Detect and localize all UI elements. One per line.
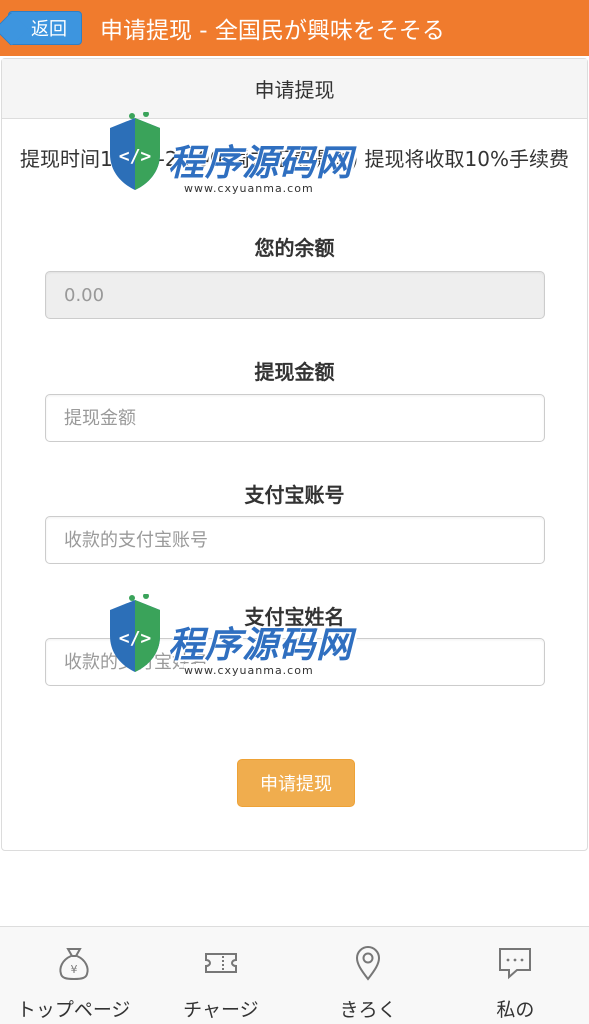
tab-recharge[interactable]: チャージ: [147, 927, 294, 1024]
panel-heading: 申请提现: [2, 59, 587, 119]
ticket-icon: [204, 953, 237, 973]
amount-label: 提现金额: [254, 360, 335, 384]
withdraw-notice: 提现时间10:00-21:00(周末正常提现) 提现将收取10%手续费: [20, 147, 569, 171]
withdraw-panel: 申请提现 提现时间10:00-21:00(周末正常提现) 提现将收取10%手续费…: [1, 58, 588, 851]
alipay-account-input[interactable]: [45, 516, 545, 564]
tab-mine[interactable]: 私の: [442, 927, 589, 1024]
tab-label: きろく: [339, 999, 397, 1021]
balance-label: 您的余额: [254, 236, 335, 260]
tab-label: チャージ: [183, 999, 259, 1021]
tab-label: 私の: [496, 999, 535, 1021]
amount-input[interactable]: [45, 394, 545, 442]
alipay-account-label: 支付宝账号: [244, 483, 345, 507]
back-button[interactable]: 返回: [8, 11, 82, 45]
tab-records[interactable]: きろく: [295, 927, 442, 1024]
alipay-name-input[interactable]: [45, 638, 545, 686]
page: 返回 申请提现 - 全国民が興味をそそる 申请提现 提现时间10:00-21:0…: [0, 0, 589, 1024]
tab-label: トップページ: [16, 999, 131, 1021]
page-title: 申请提现 - 全国民が興味をそそる: [100, 18, 445, 44]
money-bag-icon: ¥: [59, 948, 89, 981]
location-pin-icon: [356, 945, 381, 981]
submit-withdraw-button[interactable]: 申请提现: [237, 759, 355, 807]
alipay-name-label: 支付宝姓名: [244, 605, 345, 629]
app-header: 返回 申请提现 - 全国民が興味をそそる: [0, 0, 589, 56]
back-button-label: 返回: [31, 19, 67, 40]
balance-field: [45, 271, 545, 319]
tab-home[interactable]: ¥ トップページ: [0, 927, 147, 1024]
chat-icon: [499, 948, 532, 980]
bottom-tab-bar: ¥ トップページ チャージ きろく 私の: [0, 926, 589, 1024]
svg-text:¥: ¥: [70, 963, 77, 976]
